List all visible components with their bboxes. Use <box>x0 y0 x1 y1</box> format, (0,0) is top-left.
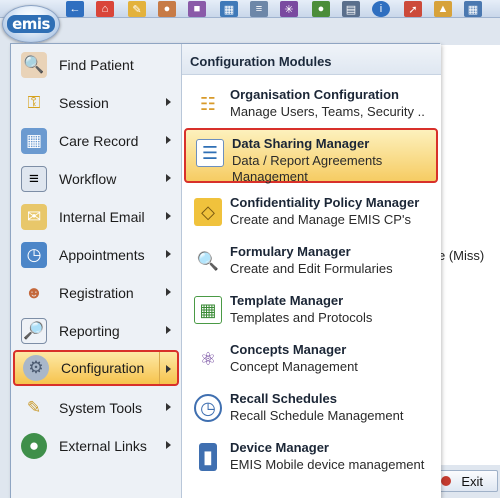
registration-icon: ☻ <box>25 283 43 302</box>
menu-item-registration[interactable]: ☻ Registration <box>13 275 179 311</box>
quick-access-toolbar: ← ⌂ ✎ ● ■ ▦ ≡ ✳ ● ▤ i ➚ ▲ ▦ <box>0 0 500 18</box>
submenu-arrow-icon <box>166 441 171 449</box>
info-icon[interactable]: i <box>372 1 390 17</box>
data-sharing-icon: ☰ <box>196 139 224 167</box>
care-record-icon: ▦ <box>21 128 47 154</box>
mobile-device-icon: ▮ <box>199 443 217 471</box>
menu-item-workflow[interactable]: ≡ Workflow <box>13 161 179 197</box>
padlock-icon: ◇ <box>194 198 222 226</box>
menu-item-find-patient[interactable]: 🔍 Find Patient <box>13 47 179 83</box>
external-links-icon: ● <box>21 433 47 459</box>
submenu-item-organisation-configuration[interactable]: ☷ Organisation Configuration Manage User… <box>184 81 438 128</box>
submenu-title: Configuration Modules <box>182 44 441 75</box>
exit-icon <box>441 476 451 486</box>
key-icon: ⚿ <box>27 93 41 112</box>
clock-icon: ◷ <box>194 394 222 422</box>
application-menu: 🔍 Find Patient ⚿ Session ▦ Care Record ≡… <box>10 43 441 498</box>
submenu-item-recall-schedules[interactable]: ◷ Recall Schedules Recall Schedule Manag… <box>184 385 438 432</box>
menu-item-session[interactable]: ⚿ Session <box>13 85 179 121</box>
submenu-item-data-sharing-manager[interactable]: ☰ Data Sharing Manager Data / Report Agr… <box>184 128 438 184</box>
submenu-item-template-manager[interactable]: ▦ Template Manager Templates and Protoco… <box>184 287 438 334</box>
menu-item-configuration[interactable]: ⚙ Configuration <box>13 350 179 386</box>
menu-item-appointments[interactable]: ◷ Appointments <box>13 237 179 273</box>
submenu-item-formulary-manager[interactable]: 🔍 Formulary Manager Create and Edit Form… <box>184 238 438 285</box>
back-arrow-icon[interactable]: ← <box>66 1 84 17</box>
system-tools-icon: ✎ <box>26 398 42 417</box>
reporting-icon: 🔎 <box>21 318 47 344</box>
template-table-icon: ▦ <box>194 296 222 324</box>
menu-item-system-tools[interactable]: ✎ System Tools <box>13 390 179 426</box>
atom-icon: ⚛ <box>199 348 217 369</box>
submenu-item-device-manager[interactable]: ▮ Device Manager EMIS Mobile device mana… <box>184 434 438 481</box>
formulary-search-icon: 🔍 <box>196 250 220 271</box>
submenu-arrow-icon <box>166 174 171 182</box>
workflow-icon: ≡ <box>21 166 47 192</box>
submenu-item-concepts-manager[interactable]: ⚛ Concepts Manager Concept Management <box>184 336 438 383</box>
submenu-arrow-icon <box>166 98 171 106</box>
submenu-arrow-icon <box>166 250 171 258</box>
submenu-arrow-icon <box>166 288 171 296</box>
find-patient-icon: 🔍 <box>21 52 47 78</box>
submenu-arrow-icon <box>166 212 171 220</box>
pencil-icon[interactable]: ✎ <box>128 1 146 17</box>
grid-icon[interactable]: ▦ <box>464 1 482 17</box>
exit-label: Exit <box>461 473 483 489</box>
home-icon[interactable]: ⌂ <box>96 1 114 17</box>
wand-icon[interactable]: ➚ <box>404 1 422 17</box>
menu-item-external-links[interactable]: ● External Links <box>13 428 179 464</box>
document-icon[interactable]: ≡ <box>250 1 268 17</box>
atom-icon[interactable]: ✳ <box>280 1 298 17</box>
submenu-arrow-icon <box>166 136 171 144</box>
app-menu-orb[interactable]: emis <box>2 5 60 43</box>
exit-button[interactable]: Exit <box>434 470 498 492</box>
users-icon[interactable]: ● <box>312 1 330 17</box>
submenu-arrow-icon <box>166 403 171 411</box>
calendar-icon[interactable]: ▦ <box>220 1 238 17</box>
app-logo-text: emis <box>7 15 55 33</box>
background-patient-text: e (Miss) <box>438 248 485 263</box>
submenu-item-confidentiality-policy-manager[interactable]: ◇ Confidentiality Policy Manager Create … <box>184 189 438 236</box>
menu-item-reporting[interactable]: 🔎 Reporting <box>13 313 179 349</box>
org-chart-icon: ☷ <box>199 93 217 114</box>
configuration-icon: ⚙ <box>23 355 49 381</box>
email-icon: ✉ <box>21 204 47 230</box>
submenu-arrow-icon <box>166 326 171 334</box>
submenu-arrow-icon <box>166 365 171 373</box>
clipboard-icon[interactable]: ▤ <box>342 1 360 17</box>
configuration-submenu: Configuration Modules ☷ Organisation Con… <box>181 44 441 498</box>
notebook-icon[interactable]: ■ <box>188 1 206 17</box>
appointments-icon: ◷ <box>21 242 47 268</box>
hierarchy-icon[interactable]: ▲ <box>434 1 452 17</box>
menu-item-care-record[interactable]: ▦ Care Record <box>13 123 179 159</box>
menu-item-internal-email[interactable]: ✉ Internal Email <box>13 199 179 235</box>
patients-icon[interactable]: ● <box>158 1 176 17</box>
main-menu-list: 🔍 Find Patient ⚿ Session ▦ Care Record ≡… <box>11 44 181 498</box>
